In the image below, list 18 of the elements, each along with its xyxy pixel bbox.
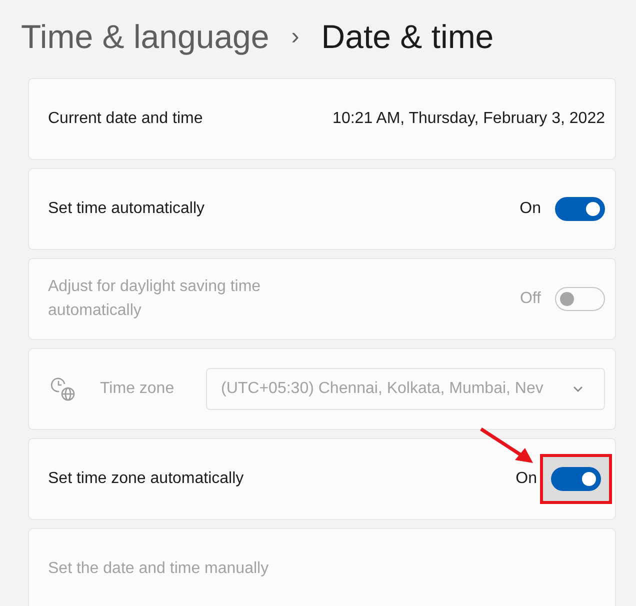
setting-label: Current date and time: [48, 110, 204, 128]
setting-label: Time zone: [100, 380, 176, 398]
arrow-annotation: [479, 427, 535, 465]
breadcrumb-separator: ›: [291, 23, 300, 51]
toggle-state-text: Off: [520, 290, 541, 308]
setting-label: Set time zone automatically: [48, 469, 245, 489]
date-time-value: 10:21 AM, Thursday, February 3, 2022: [332, 110, 605, 128]
breadcrumb-parent[interactable]: Time & language: [21, 18, 270, 56]
toggle-state-text: On: [520, 200, 541, 218]
page-title: Date & time: [321, 18, 494, 56]
setting-label: Adjust for daylight saving time automatically: [48, 277, 262, 321]
toggle-state-text: On: [516, 470, 537, 488]
setting-label: Set the date and time manually: [48, 560, 270, 578]
setting-label: Set time automatically: [48, 199, 206, 219]
toggle-switch[interactable]: [555, 197, 605, 221]
clock-globe-icon: [50, 376, 76, 402]
toggle-switch[interactable]: [551, 467, 601, 491]
chevron-down-icon: [572, 385, 584, 393]
